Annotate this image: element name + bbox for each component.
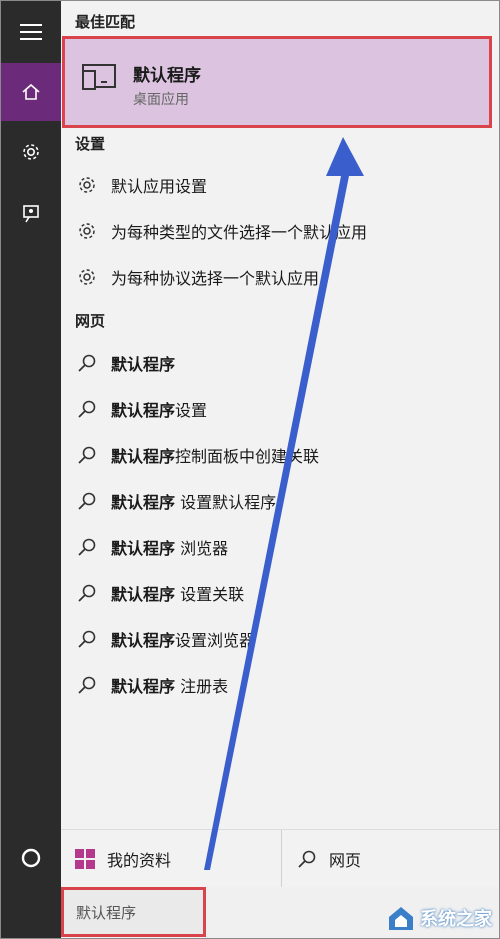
web-result-match: 默认程序	[111, 401, 176, 420]
web-result-rest: 设置	[175, 401, 208, 420]
home-icon	[22, 83, 40, 100]
web-result-item[interactable]: 默认程序 设置默认程序	[75, 481, 475, 521]
web-result-match: 默认程序	[111, 493, 176, 512]
search-input-value: 默认程序	[76, 903, 137, 922]
web-result-item[interactable]: 默认程序 设置浏览器	[75, 619, 475, 659]
best-match-label: 最佳匹配	[75, 13, 136, 31]
results-panel: 最佳匹配 默认程序 桌面应用 设置 默认应用设置 为每种类型的文件选择一个默认应…	[61, 1, 499, 829]
web-result-rest: 设置默认程序	[175, 493, 277, 512]
search-icon	[298, 850, 316, 868]
settings-item-label: 为每种协议选择一个默认应用	[111, 269, 320, 288]
web-result-rest: 浏览器	[175, 539, 229, 558]
web-result-match: 默认程序	[111, 447, 176, 466]
best-match-title: 默认程序	[133, 66, 201, 86]
my-stuff-button[interactable]: 我的资料	[75, 830, 171, 888]
settings-button[interactable]	[1, 123, 61, 181]
default-programs-icon	[82, 64, 116, 90]
search-icon	[78, 584, 96, 602]
search-icon	[78, 400, 96, 418]
watermark: 系统之家	[386, 903, 492, 933]
watermark-text: 系统之家	[420, 909, 492, 930]
web-result-item[interactable]: 默认程序 设置	[75, 389, 475, 429]
settings-item[interactable]: 默认应用设置	[75, 165, 475, 205]
best-match-subtitle: 桌面应用	[133, 92, 189, 108]
web-result-match: 默认程序	[111, 585, 176, 604]
search-icon	[78, 446, 96, 464]
feedback-button[interactable]	[1, 185, 61, 243]
web-result-item[interactable]: 默认程序 浏览器	[75, 527, 475, 567]
gear-icon	[79, 177, 95, 193]
gear-icon	[79, 223, 95, 239]
settings-item-label: 默认应用设置	[111, 177, 208, 196]
cortana-circle-icon	[21, 848, 41, 868]
web-section-label: 网页	[75, 312, 106, 330]
home-button[interactable]	[1, 63, 61, 121]
feedback-icon	[23, 205, 39, 223]
filter-bar: 我的资料 网页	[61, 829, 499, 888]
settings-section-label: 设置	[75, 135, 106, 153]
settings-item[interactable]: 为每种类型的文件选择一个默认应用	[75, 211, 475, 251]
web-result-item[interactable]: 默认程序 注册表	[75, 665, 475, 705]
web-result-item[interactable]: 默认程序 控制面板中创建关联	[75, 435, 475, 475]
gear-icon	[79, 269, 95, 285]
left-rail	[1, 1, 61, 938]
web-filter-label: 网页	[329, 851, 362, 870]
web-result-match: 默认程序	[111, 355, 176, 374]
web-result-item[interactable]: 默认程序	[75, 343, 475, 383]
watermark-logo-icon	[389, 907, 413, 930]
search-icon	[78, 630, 96, 648]
web-filter-button[interactable]: 网页	[297, 830, 361, 888]
search-icon	[78, 492, 96, 510]
search-icon	[78, 538, 96, 556]
web-result-item[interactable]: 默认程序 设置关联	[75, 573, 475, 613]
hamburger-icon	[20, 24, 42, 40]
menu-button[interactable]	[1, 3, 61, 61]
web-result-rest: 设置关联	[175, 585, 245, 604]
gear-icon	[23, 144, 39, 160]
web-result-match: 默认程序	[111, 631, 176, 650]
web-result-match: 默认程序	[111, 677, 176, 696]
cortana-button[interactable]	[1, 829, 61, 887]
settings-item-label: 为每种类型的文件选择一个默认应用	[111, 223, 368, 242]
web-result-rest: 控制面板中创建关联	[175, 447, 320, 466]
search-icon	[78, 354, 96, 372]
web-result-rest: 设置浏览器	[175, 631, 256, 650]
web-result-match: 默认程序	[111, 539, 176, 558]
settings-item[interactable]: 为每种协议选择一个默认应用	[75, 257, 475, 297]
my-stuff-label: 我的资料	[107, 851, 172, 870]
search-input[interactable]: 默认程序	[61, 887, 206, 937]
windows-logo-icon	[75, 849, 95, 869]
search-icon	[78, 676, 96, 694]
web-result-rest: 注册表	[175, 677, 229, 696]
filter-divider	[281, 830, 282, 888]
best-match-item[interactable]: 默认程序 桌面应用	[62, 36, 492, 128]
